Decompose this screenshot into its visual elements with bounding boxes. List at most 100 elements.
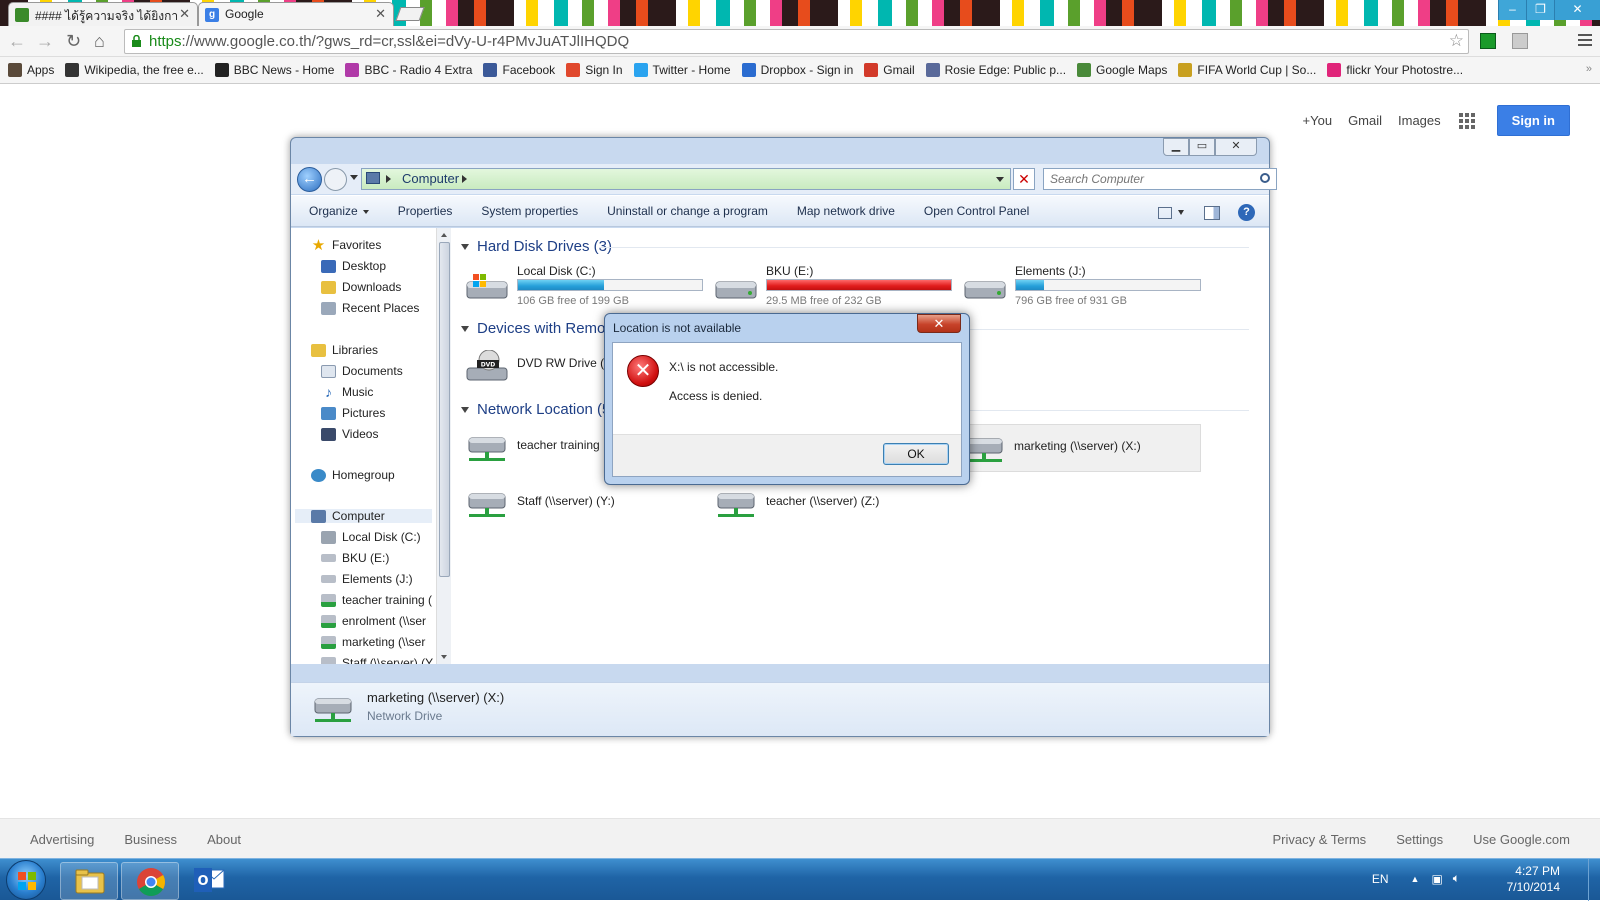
- nav-staff[interactable]: Staff (\\server) (Y: [321, 656, 433, 664]
- tab-thai-page[interactable]: #### ได้รู้ความจริง ได้ยิงกา ✕: [8, 2, 198, 26]
- close-icon[interactable]: ✕: [1215, 138, 1257, 156]
- bookmark-item[interactable]: Gmail: [864, 63, 915, 77]
- use-google-com-link[interactable]: Use Google.com: [1473, 832, 1570, 847]
- breadcrumb-computer[interactable]: Computer: [402, 171, 459, 186]
- network-icon[interactable]: ▣: [1431, 872, 1442, 886]
- images-link[interactable]: Images: [1398, 113, 1441, 128]
- show-desktop-button[interactable]: [1588, 859, 1600, 901]
- nav-teacher-training[interactable]: teacher training (: [321, 593, 432, 607]
- forward-arrow-icon[interactable]: [324, 168, 347, 191]
- show-hidden-icons-icon[interactable]: ▲: [1411, 874, 1420, 884]
- restore-icon[interactable]: ❐: [1526, 0, 1554, 20]
- clock[interactable]: 4:27 PM 7/10/2014: [1507, 863, 1560, 895]
- properties-button[interactable]: Properties: [398, 204, 453, 218]
- uninstall-program-button[interactable]: Uninstall or change a program: [607, 204, 768, 218]
- drive-elements-j[interactable]: Elements (J:) 796 GB free of 931 GB: [963, 262, 1203, 310]
- scroll-up-icon[interactable]: [441, 233, 447, 237]
- nav-homegroup[interactable]: Homegroup: [311, 468, 395, 482]
- nav-scrollbar[interactable]: [436, 228, 451, 664]
- taskbar-chrome[interactable]: [121, 862, 179, 900]
- url-bar[interactable]: https://www.google.co.th/?gws_rd=cr,ssl&…: [124, 29, 1469, 54]
- nav-recent-places[interactable]: Recent Places: [321, 301, 419, 315]
- nav-favorites[interactable]: ★ Favorites: [311, 238, 382, 253]
- nav-local-disk-c[interactable]: Local Disk (C:): [321, 530, 421, 544]
- language-indicator[interactable]: EN: [1372, 872, 1389, 886]
- nav-videos[interactable]: Videos: [321, 427, 378, 441]
- scroll-thumb[interactable]: [439, 242, 450, 577]
- nav-pictures[interactable]: Pictures: [321, 406, 385, 420]
- taskbar-explorer[interactable]: [60, 862, 118, 900]
- nav-music[interactable]: ♪ Music: [321, 385, 373, 400]
- bookmark-item[interactable]: Twitter - Home: [633, 63, 731, 77]
- search-icon[interactable]: [1260, 173, 1270, 183]
- speaker-icon[interactable]: 🔈︎: [1453, 871, 1460, 886]
- breadcrumb-arrow-icon[interactable]: [462, 175, 467, 183]
- tab-close-icon[interactable]: ✕: [375, 6, 386, 22]
- preview-pane-icon[interactable]: [1204, 205, 1220, 220]
- search-input[interactable]: [1044, 169, 1244, 189]
- bookmark-item[interactable]: Google Maps: [1077, 63, 1167, 77]
- tab-google[interactable]: g Google ✕: [198, 2, 394, 26]
- back-arrow-icon[interactable]: ←: [297, 167, 322, 192]
- ok-button[interactable]: OK: [883, 443, 949, 465]
- nav-downloads[interactable]: Downloads: [321, 280, 401, 294]
- close-icon[interactable]: ✕: [1554, 0, 1600, 20]
- nav-libraries[interactable]: Libraries: [311, 343, 378, 357]
- address-bar[interactable]: Computer: [361, 168, 1011, 190]
- extension-green-icon[interactable]: [1480, 33, 1496, 49]
- address-dropdown-icon[interactable]: [996, 177, 1004, 182]
- group-network-location[interactable]: Network Location (5: [461, 401, 610, 418]
- chevron-down-icon[interactable]: [1178, 210, 1184, 215]
- close-icon[interactable]: ✕: [917, 314, 961, 333]
- chrome-menu-icon[interactable]: [1578, 34, 1592, 49]
- bookmark-item[interactable]: Sign In: [566, 63, 623, 77]
- help-icon[interactable]: ?: [1238, 204, 1255, 221]
- bookmark-item[interactable]: Rosie Edge: Public p...: [925, 63, 1066, 77]
- back-arrow-icon[interactable]: ←: [8, 31, 26, 52]
- open-control-panel-button[interactable]: Open Control Panel: [924, 204, 1029, 218]
- group-removable-storage[interactable]: Devices with Remov: [461, 320, 613, 337]
- bookmark-item[interactable]: flickr Your Photostre...: [1327, 63, 1463, 77]
- map-network-drive-button[interactable]: Map network drive: [797, 204, 895, 218]
- collapse-triangle-icon[interactable]: [461, 325, 469, 332]
- reload-icon[interactable]: ↻: [66, 31, 81, 52]
- nav-enrolment[interactable]: enrolment (\\ser: [321, 614, 426, 628]
- gmail-link[interactable]: Gmail: [1348, 113, 1382, 128]
- nav-desktop[interactable]: Desktop: [321, 259, 386, 273]
- change-view-icon[interactable]: [1158, 206, 1172, 219]
- nav-documents[interactable]: Documents: [321, 364, 403, 378]
- minimize-icon[interactable]: ▁: [1163, 138, 1189, 156]
- search-box[interactable]: [1043, 168, 1277, 190]
- bookmark-item[interactable]: BBC News - Home: [214, 63, 334, 77]
- network-drive-staff-y[interactable]: Staff (\\server) (Y:): [465, 480, 705, 528]
- bookmark-item[interactable]: Apps: [8, 63, 54, 77]
- bookmark-item[interactable]: Facebook: [483, 63, 555, 77]
- forward-arrow-icon[interactable]: →: [36, 31, 54, 52]
- more-bookmarks-icon[interactable]: »: [1586, 63, 1592, 75]
- tab-close-icon[interactable]: ✕: [179, 6, 190, 22]
- bookmark-item[interactable]: FIFA World Cup | So...: [1178, 63, 1316, 77]
- start-button[interactable]: [6, 860, 46, 900]
- drive-bku-e[interactable]: BKU (E:) 29.5 MB free of 232 GB: [714, 262, 954, 310]
- nav-computer[interactable]: Computer: [295, 509, 432, 523]
- bookmark-item[interactable]: BBC - Radio 4 Extra: [345, 63, 472, 77]
- network-drive-teacher-z[interactable]: teacher (\\server) (Z:): [714, 480, 954, 528]
- business-link[interactable]: Business: [124, 832, 177, 847]
- nav-bku-e[interactable]: BKU (E:): [321, 551, 389, 565]
- apps-grid-icon[interactable]: [1458, 112, 1475, 129]
- drive-local-disk-c[interactable]: Local Disk (C:) 106 GB free of 199 GB: [465, 262, 705, 310]
- stop-icon[interactable]: ✕: [1013, 168, 1035, 190]
- breadcrumb-arrow-icon[interactable]: [386, 175, 391, 183]
- recent-pages-dropdown-icon[interactable]: [350, 175, 358, 180]
- maximize-icon[interactable]: ▭: [1189, 138, 1215, 156]
- system-properties-button[interactable]: System properties: [481, 204, 578, 218]
- new-tab-button[interactable]: [395, 7, 425, 21]
- scroll-down-icon[interactable]: [441, 655, 447, 659]
- nav-marketing[interactable]: marketing (\\ser: [321, 635, 425, 649]
- group-hard-disk-drives[interactable]: Hard Disk Drives (3): [461, 238, 612, 255]
- taskbar-outlook[interactable]: O: [192, 864, 226, 896]
- extension-grey-icon[interactable]: [1512, 33, 1528, 49]
- bookmark-item[interactable]: Wikipedia, the free e...: [65, 63, 204, 77]
- network-drive-marketing-x[interactable]: marketing (\\server) (X:): [961, 424, 1201, 472]
- privacy-terms-link[interactable]: Privacy & Terms: [1273, 832, 1367, 847]
